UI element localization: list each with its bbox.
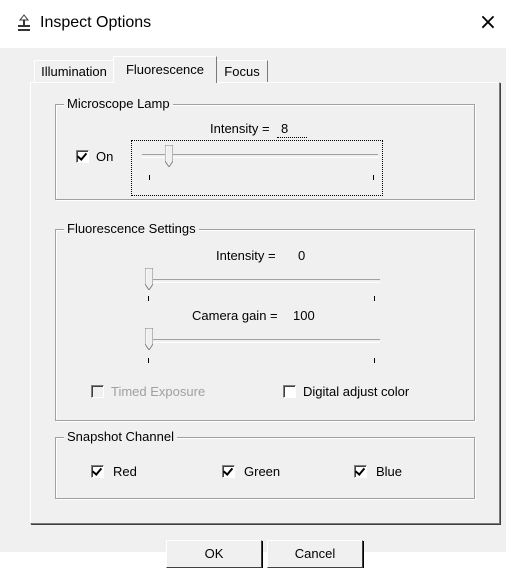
tab-focus[interactable]: Focus bbox=[216, 60, 268, 83]
digital-adjust-color-checkbox[interactable] bbox=[283, 385, 296, 398]
lamp-slider-thumb[interactable] bbox=[165, 145, 173, 167]
red-channel-label: Red bbox=[113, 464, 137, 479]
green-channel-checkbox[interactable] bbox=[222, 465, 235, 478]
snapshot-channel-title: Snapshot Channel bbox=[64, 429, 177, 445]
lamp-intensity-label: Intensity = bbox=[210, 121, 270, 136]
microscope-lamp-title: Microscope Lamp bbox=[64, 96, 173, 112]
stage-icon bbox=[16, 14, 32, 32]
fluor-intensity-tick-min bbox=[148, 296, 149, 301]
lamp-slider-track bbox=[142, 154, 378, 158]
intensity-value-underline bbox=[277, 137, 307, 139]
fluorescence-settings-title: Fluorescence Settings bbox=[64, 221, 199, 237]
green-channel-label: Green bbox=[244, 464, 281, 479]
camera-gain-slider-thumb[interactable] bbox=[145, 328, 153, 350]
lamp-on-label: On bbox=[96, 149, 114, 164]
lamp-on-checkbox[interactable] bbox=[76, 150, 89, 163]
lamp-slider-tick-max bbox=[373, 175, 374, 180]
camera-gain-value: 100 bbox=[293, 308, 315, 323]
blue-channel-label: Blue bbox=[376, 464, 403, 479]
timed-exposure-label: Timed Exposure bbox=[111, 384, 206, 399]
camera-gain-slider-track bbox=[146, 339, 380, 343]
camera-gain-label: Camera gain = bbox=[192, 308, 278, 323]
timed-exposure-checkbox[interactable] bbox=[91, 385, 104, 398]
lamp-intensity-value: 8 bbox=[281, 121, 289, 136]
cancel-button[interactable]: Cancel bbox=[267, 540, 363, 568]
tab-fluorescence[interactable]: Fluorescence bbox=[113, 56, 217, 83]
fluor-intensity-value: 0 bbox=[298, 248, 306, 263]
camera-gain-tick-min bbox=[148, 358, 149, 363]
red-channel-checkbox[interactable] bbox=[91, 465, 104, 478]
camera-gain-tick-max bbox=[374, 358, 375, 363]
fluor-intensity-label: Intensity = bbox=[216, 248, 276, 263]
close-button[interactable]: × bbox=[474, 8, 502, 38]
title-bar: Inspect Options × bbox=[0, 0, 506, 48]
tab-illumination[interactable]: Illumination bbox=[34, 60, 114, 83]
window-title: Inspect Options bbox=[40, 14, 152, 31]
fluor-intensity-slider-thumb[interactable] bbox=[145, 268, 153, 290]
fluor-intensity-tick-max bbox=[374, 296, 375, 301]
blue-channel-checkbox[interactable] bbox=[354, 465, 367, 478]
lamp-slider-tick-min bbox=[149, 175, 150, 180]
digital-adjust-color-label: Digital adjust color bbox=[303, 384, 410, 399]
fluor-intensity-slider-track bbox=[146, 279, 380, 283]
ok-button[interactable]: OK bbox=[166, 540, 262, 568]
